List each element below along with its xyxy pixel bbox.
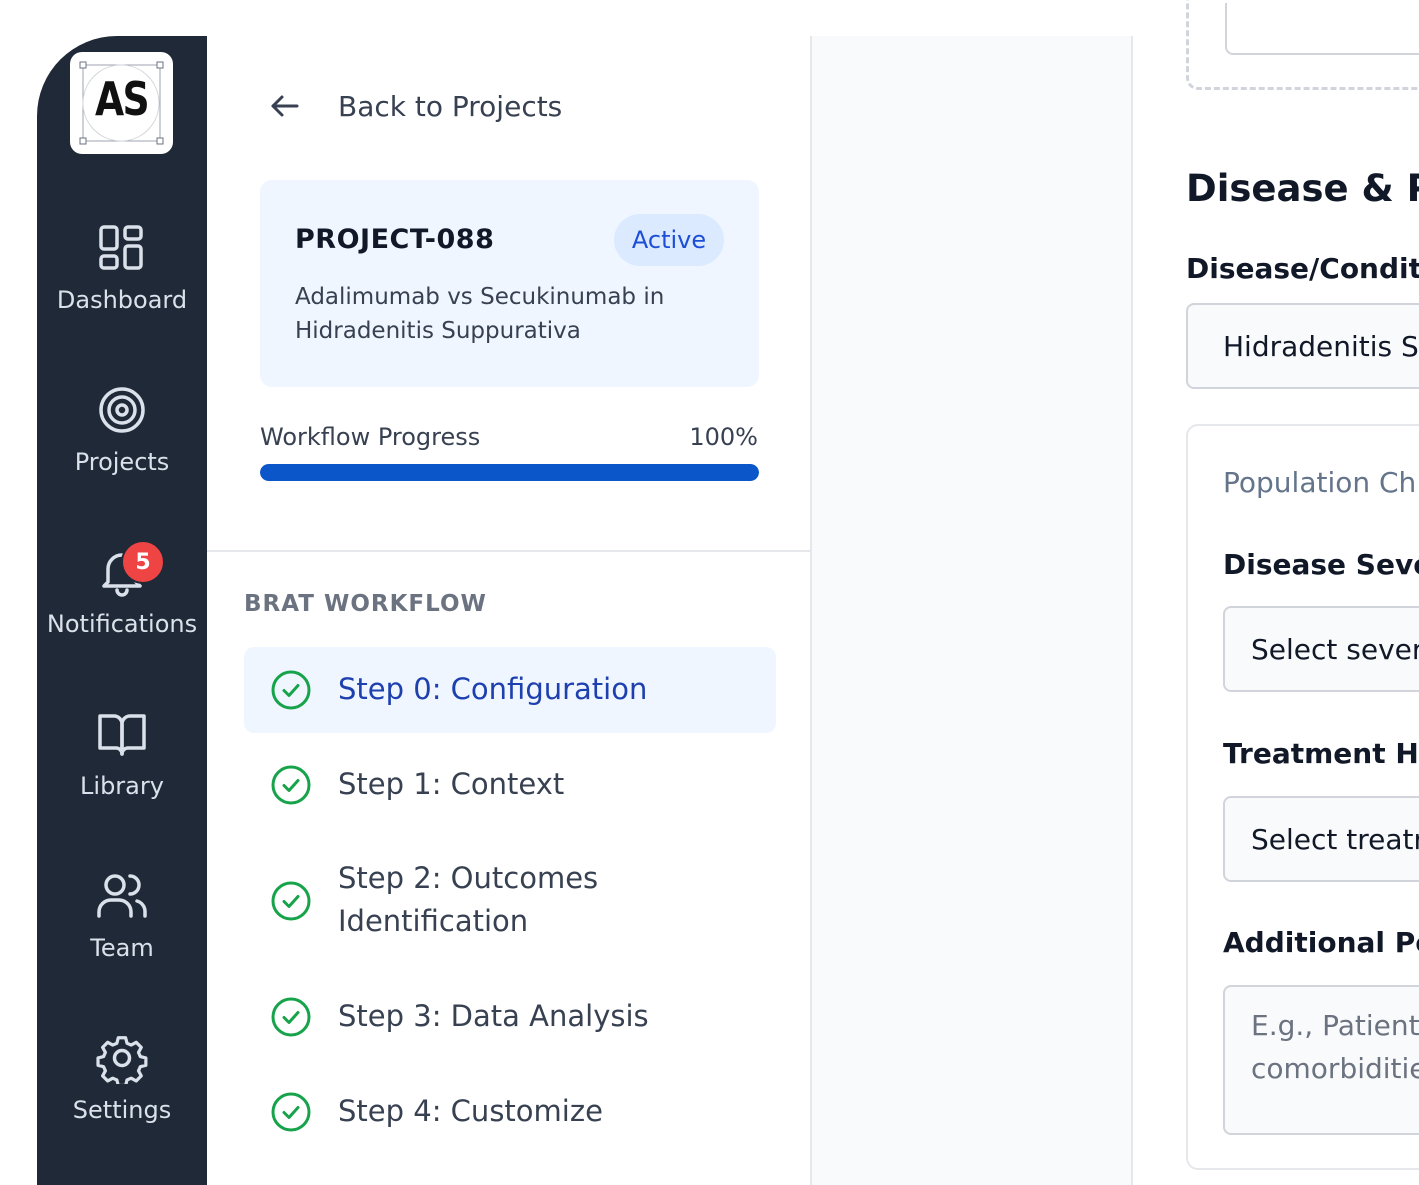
disease-value: Hidradenitis S (1223, 329, 1419, 363)
treatment-history-label: Treatment His (1223, 737, 1419, 770)
target-icon (96, 384, 148, 436)
severity-placeholder: Select sever (1251, 632, 1419, 666)
project-description: Adalimumab vs Secukinumab in Hidradeniti… (295, 284, 665, 344)
severity-select[interactable]: Select sever (1223, 606, 1419, 692)
check-circle-icon (271, 670, 311, 710)
logo-text: AS (94, 72, 150, 126)
nav-label-notifications: Notifications (46, 610, 198, 638)
gear-icon (96, 1032, 148, 1084)
back-to-projects-link[interactable]: Back to Projects (267, 84, 562, 128)
nav-label-library: Library (80, 772, 164, 800)
project-card: PROJECT-088 Active Adalimumab vs Secukin… (260, 180, 759, 387)
status-badge: Active (614, 214, 724, 266)
dashboard-icon (96, 222, 148, 274)
check-circle-icon (271, 1092, 311, 1132)
main-form: Disease & Po Disease/Conditic Hidradenit… (1133, 0, 1419, 1185)
nav-item-team[interactable]: Team (37, 870, 207, 990)
step-data-analysis[interactable]: Step 3: Data Analysis (244, 974, 776, 1060)
step-label: Step 0: Configuration (338, 672, 648, 706)
project-sidebar: Back to Projects PROJECT-088 Active Adal… (207, 36, 812, 1185)
disease-label: Disease/Conditic (1186, 252, 1419, 285)
population-card-title: Population Ch (1223, 466, 1417, 499)
step-label: Step 3: Data Analysis (338, 999, 649, 1033)
dropzone-inner-field (1225, 3, 1419, 55)
nav-label-dashboard: Dashboard (56, 286, 188, 314)
step-context[interactable]: Step 1: Context (244, 742, 776, 828)
treatment-history-select[interactable]: Select treatr (1223, 796, 1419, 882)
nav-rail: AS Dashboard Projects 5 Notifications Li… (37, 36, 207, 1185)
project-id: PROJECT-088 (295, 224, 495, 255)
treatment-placeholder: Select treatr (1251, 822, 1419, 856)
arrow-left-icon (271, 95, 299, 117)
workflow-section-title: BRAT WORKFLOW (244, 591, 487, 617)
sidebar-divider (207, 550, 810, 552)
nav-label-settings: Settings (72, 1096, 172, 1124)
nav-label-team: Team (90, 934, 154, 962)
app-logo[interactable]: AS (70, 52, 173, 154)
section-heading: Disease & Po (1186, 167, 1419, 210)
check-circle-icon (271, 997, 311, 1037)
nav-item-library[interactable]: Library (37, 708, 207, 828)
nav-item-projects[interactable]: Projects (37, 384, 207, 504)
nav-item-notifications[interactable]: 5 Notifications (37, 540, 207, 666)
nav-item-dashboard[interactable]: Dashboard (37, 222, 207, 342)
content-gutter (812, 36, 1133, 1185)
notification-badge: 5 (121, 540, 165, 584)
nav-item-settings[interactable]: Settings (37, 1032, 207, 1152)
book-icon (96, 708, 148, 760)
users-icon (96, 870, 148, 922)
additional-population-textarea[interactable]: E.g., Patients comorbiditie (1223, 985, 1419, 1135)
step-label: Step 4: Customize (338, 1094, 603, 1128)
workflow-progress-fill (260, 464, 759, 481)
back-label: Back to Projects (338, 89, 563, 123)
step-label: Step 1: Context (338, 767, 565, 801)
step-configuration[interactable]: Step 0: Configuration (244, 647, 776, 733)
additional-population-label: Additional Pop (1223, 926, 1419, 959)
step-label: Step 2: Outcomes Identification (338, 861, 599, 938)
workflow-progress-label: Workflow Progress (260, 423, 481, 451)
step-customize[interactable]: Step 4: Customize (244, 1069, 776, 1155)
workflow-progress-percent: 100% (689, 423, 758, 451)
check-circle-icon (271, 881, 311, 921)
upload-dropzone[interactable] (1186, 0, 1419, 90)
app-root: AS Dashboard Projects 5 Notifications Li… (0, 0, 1419, 1185)
step-outcomes-identification[interactable]: Step 2: Outcomes Identification (244, 837, 776, 965)
severity-label: Disease Sever (1223, 548, 1419, 581)
nav-label-projects: Projects (74, 448, 170, 476)
disease-input[interactable]: Hidradenitis S (1186, 303, 1419, 389)
check-circle-icon (271, 765, 311, 805)
workflow-progress-bar (260, 464, 759, 481)
population-card: Population Ch Disease Sever Select sever… (1186, 424, 1419, 1170)
